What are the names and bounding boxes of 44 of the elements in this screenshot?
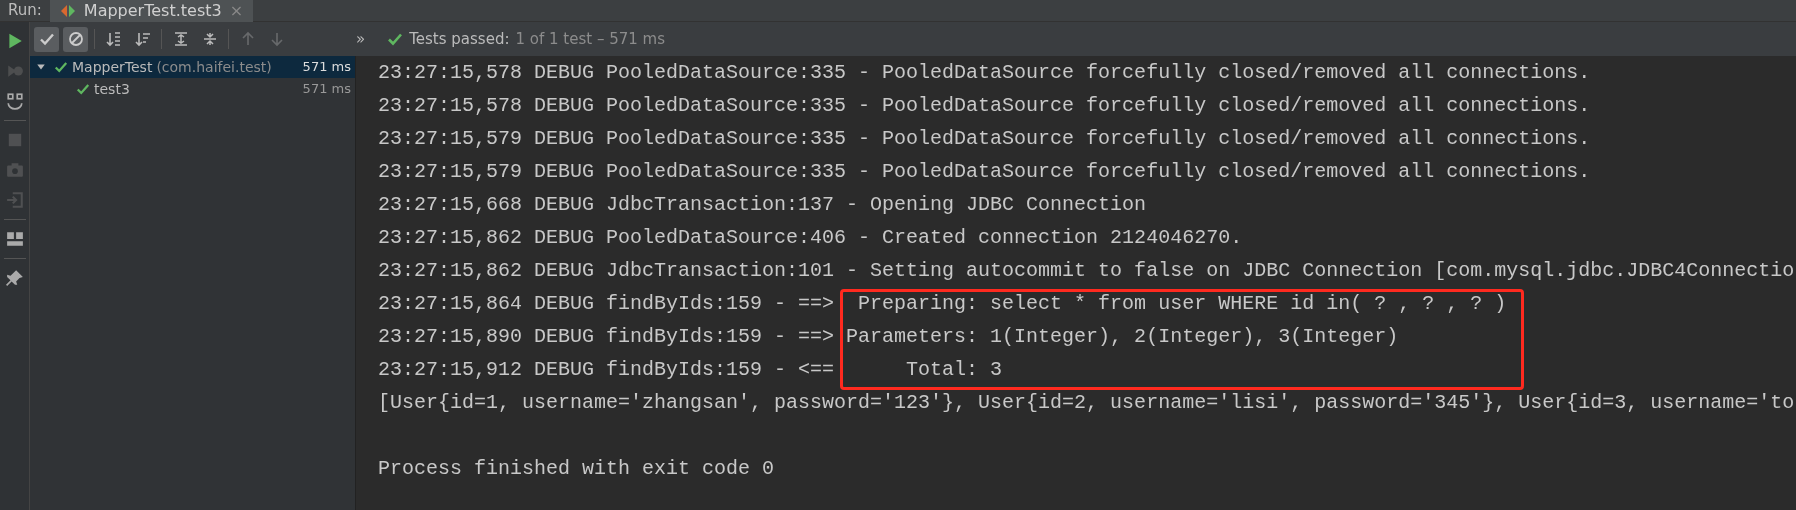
expand-arrow-icon <box>36 62 46 72</box>
log-line: 23:27:15,579 DEBUG PooledDataSource:335 - PooledDataSource forcefully closed/removed all connections. <box>378 159 1592 185</box>
collapse-icon <box>201 31 218 47</box>
run-label: Run: <box>7 0 43 22</box>
layout-icon <box>5 230 24 248</box>
check-icon <box>54 60 68 74</box>
log-line: [User{id=1, username='zhangsan', password='123'}, User{id=2, username='lisi', password='345'}, User{id=3, username='to <box>378 390 1796 416</box>
expand-icon <box>172 31 189 47</box>
camera-icon <box>5 161 24 179</box>
log-line: 23:27:15,578 DEBUG PooledDataSource:335 - PooledDataSource forcefully closed/removed all connections. <box>378 60 1592 86</box>
log-line: 23:27:15,862 DEBUG JdbcTransaction:101 - Setting autocommit to false on JDBC Connection [com.mysql.jdbc.JDBC4Connectio <box>378 258 1796 284</box>
sort-icon <box>134 31 151 47</box>
tree-item[interactable]: test3 571 ms <box>30 78 355 100</box>
exit-message: Process finished with exit code 0 <box>378 456 776 482</box>
more-button[interactable]: » <box>356 27 366 51</box>
log-line: 23:27:15,912 DEBUG findByIds:159 - <== Total: 3 <box>378 357 1004 383</box>
check-icon <box>76 82 90 96</box>
status-detail: 1 of 1 test – 571 ms <box>515 28 665 50</box>
log-line: 23:27:15,578 DEBUG PooledDataSource:335 - PooledDataSource forcefully closed/removed all connections. <box>378 93 1592 119</box>
package-name: (com.haifei.test) <box>156 57 272 77</box>
ignored-icon <box>67 31 84 47</box>
sort-icon <box>105 31 122 47</box>
check-icon <box>387 31 404 47</box>
test-class-icon <box>59 2 76 19</box>
close-icon: × <box>229 0 244 23</box>
import-icon <box>5 191 24 209</box>
test-name: test3 <box>94 79 130 99</box>
log-line: 23:27:15,579 DEBUG PooledDataSource:335 - PooledDataSource forcefully closed/removed all connections. <box>378 126 1592 152</box>
test-time: 571 ms <box>302 58 351 77</box>
test-name: MapperTest <box>72 57 153 77</box>
status-label: Tests passed: <box>409 28 510 50</box>
pin-icon <box>5 269 24 287</box>
log-line: 23:27:15,862 DEBUG PooledDataSource:406 - Created connection 2124046270. <box>378 225 1244 251</box>
run-tab[interactable]: MapperTest.test3 × <box>49 0 254 22</box>
log-line: 23:27:15,864 DEBUG findByIds:159 - ==> Preparing: select * from user WHERE id in( ? , ? , ? ) <box>378 291 1508 317</box>
show-ignored-button[interactable] <box>63 26 88 52</box>
show-passed-button[interactable] <box>34 26 59 52</box>
tree-item[interactable]: MapperTest (com.haifei.test) 571 ms <box>30 56 355 78</box>
test-time: 571 ms <box>302 80 351 99</box>
check-icon <box>38 31 55 47</box>
log-line: 23:27:15,890 DEBUG findByIds:159 - ==> Parameters: 1(Integer), 2(Integer), 3(Integer) <box>378 324 1400 350</box>
log-line: 23:27:15,668 DEBUG JdbcTransaction:137 - Opening JDBC Connection <box>378 192 1148 218</box>
arrow-down-icon <box>268 31 285 47</box>
toggle-icon <box>5 92 24 110</box>
